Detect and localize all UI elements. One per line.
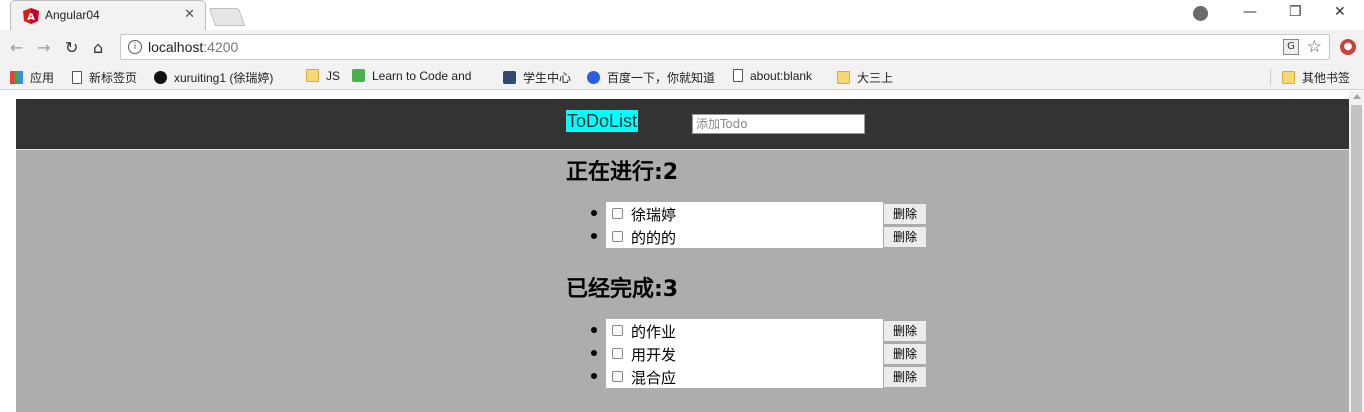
browser-toolbar: ← → ↻ ⌂ i localhost:4200 G ☆ ● (0, 30, 1364, 64)
minimize-icon[interactable]: — (1243, 4, 1257, 20)
todo-text: 徐瑞婷 (631, 206, 677, 224)
url-port: :4200 (203, 39, 239, 55)
bookmark-github[interactable]: xuruiting1 (徐瑞婷) (154, 69, 273, 86)
bookmark-label: 大三上 (857, 71, 894, 85)
app-title: ToDoList (566, 110, 639, 132)
translate-icon[interactable]: G (1283, 39, 1299, 55)
list-item: 用开发 删除 (591, 342, 951, 365)
github-icon (154, 71, 167, 84)
bookmark-freecodecamp[interactable]: Learn to Code and (352, 69, 471, 83)
folder-icon (1282, 71, 1295, 84)
todo-text: 用开发 (631, 346, 677, 364)
bookmark-other[interactable]: 其他书签 (1282, 69, 1350, 86)
tab-strip: A Angular04 ✕ — ❐ ✕ (0, 0, 1364, 30)
bookmark-apps[interactable]: 应用 (10, 69, 54, 86)
bookmark-new-tab[interactable]: 新标签页 (72, 69, 137, 86)
tab-title: Angular04 (45, 8, 100, 22)
list-item: 混合应 删除 (591, 365, 951, 388)
delete-button[interactable]: 删除 (883, 366, 927, 388)
scrollbar-thumb[interactable] (1351, 105, 1362, 412)
apps-grid-icon (10, 71, 23, 84)
tab-close-icon[interactable]: ✕ (184, 7, 195, 22)
bookmarks-bar: 应用 新标签页 xuruiting1 (徐瑞婷) JS Learn to Cod… (0, 64, 1364, 90)
browser-tab[interactable]: A Angular04 ✕ (10, 0, 206, 30)
todo-item-box: 混合应 (606, 365, 883, 388)
todo-checkbox[interactable] (612, 371, 623, 382)
delete-button[interactable]: 删除 (883, 226, 927, 248)
todo-item-box: 的的的 (606, 225, 883, 248)
todo-checkbox[interactable] (612, 231, 623, 242)
bullet-icon (591, 233, 597, 239)
svg-text:A: A (27, 12, 35, 23)
bullet-icon (591, 210, 597, 216)
list-item: 徐瑞婷 删除 (591, 202, 951, 225)
page-viewport: ToDoList 正在进行:2 徐瑞婷 删除 的的的 删除 (0, 91, 1364, 412)
extension-icon[interactable]: ● (1340, 39, 1356, 55)
todo-text: 的作业 (631, 323, 677, 341)
todo-text: 的的的 (631, 229, 677, 247)
bookmark-label: 其他书签 (1302, 71, 1351, 85)
bookmarks-divider (1270, 69, 1271, 85)
maximize-icon[interactable]: ❐ (1289, 4, 1302, 20)
freecodecamp-icon (352, 69, 365, 82)
bookmark-label: 百度一下，你就知道 (607, 71, 716, 85)
todo-checkbox[interactable] (612, 325, 623, 336)
close-window-icon[interactable]: ✕ (1334, 4, 1346, 20)
todo-item-box: 用开发 (606, 342, 883, 365)
folder-icon (306, 69, 319, 82)
bookmark-baidu[interactable]: 百度一下，你就知道 (587, 69, 715, 86)
delete-button[interactable]: 删除 (883, 343, 927, 365)
bookmark-about-blank[interactable]: about:blank (733, 69, 812, 83)
bookmark-xuesheng[interactable]: 学生中心 (503, 69, 571, 86)
bookmark-star-icon[interactable]: ☆ (1307, 37, 1322, 57)
scroll-up-icon[interactable] (1353, 94, 1361, 99)
todo-text: 混合应 (631, 369, 677, 387)
folder-icon (837, 71, 850, 84)
completed-list: 的作业 删除 用开发 删除 混合应 删除 (591, 319, 951, 388)
bookmark-dasanshang[interactable]: 大三上 (837, 69, 893, 86)
add-todo-input[interactable] (692, 114, 865, 134)
page-icon (72, 71, 82, 84)
list-item: 的作业 删除 (591, 319, 951, 342)
todo-checkbox[interactable] (612, 208, 623, 219)
bullet-icon (591, 373, 597, 379)
bookmark-js[interactable]: JS (306, 69, 340, 83)
url-host: localhost (148, 39, 204, 55)
vertical-scrollbar[interactable] (1349, 91, 1364, 412)
bookmark-label: 应用 (30, 71, 55, 85)
bullet-icon (591, 350, 597, 356)
address-bar[interactable]: i localhost:4200 G ☆ (120, 34, 1330, 60)
app-header: ToDoList (16, 99, 1349, 149)
new-tab-button[interactable] (208, 8, 246, 26)
baidu-icon (587, 71, 600, 84)
reload-icon[interactable]: ↻ (65, 38, 78, 57)
bullet-icon (591, 327, 597, 333)
account-icon[interactable] (1193, 6, 1208, 21)
todo-checkbox[interactable] (612, 348, 623, 359)
bookmark-label: 学生中心 (523, 71, 572, 85)
bookmark-label: JS (326, 69, 341, 83)
completed-title: 已经完成:3 (566, 277, 679, 302)
info-icon[interactable]: i (128, 40, 142, 54)
in-progress-list: 徐瑞婷 删除 的的的 删除 (591, 202, 951, 248)
in-progress-title: 正在进行:2 (566, 160, 679, 185)
bookmark-label: Learn to Code and (372, 69, 472, 83)
delete-button[interactable]: 删除 (883, 320, 927, 342)
app-body: 正在进行:2 徐瑞婷 删除 的的的 删除 已经完成:3 的作业 删除 用开发 删… (16, 149, 1349, 412)
home-icon[interactable]: ⌂ (93, 38, 103, 57)
list-item: 的的的 删除 (591, 225, 951, 248)
bookmark-label: about:blank (750, 69, 813, 83)
todo-item-box: 的作业 (606, 319, 883, 342)
todo-item-box: 徐瑞婷 (606, 202, 883, 225)
delete-button[interactable]: 删除 (883, 203, 927, 225)
back-arrow-icon[interactable]: ← (10, 38, 23, 57)
page-icon (733, 69, 743, 82)
angular-icon: A (23, 8, 39, 24)
xuesheng-icon (503, 71, 516, 84)
bookmark-label: 新标签页 (89, 71, 138, 85)
forward-arrow-icon[interactable]: → (37, 38, 50, 57)
url-text: localhost:4200 (148, 39, 238, 55)
bookmark-label: xuruiting1 (徐瑞婷) (174, 71, 274, 85)
